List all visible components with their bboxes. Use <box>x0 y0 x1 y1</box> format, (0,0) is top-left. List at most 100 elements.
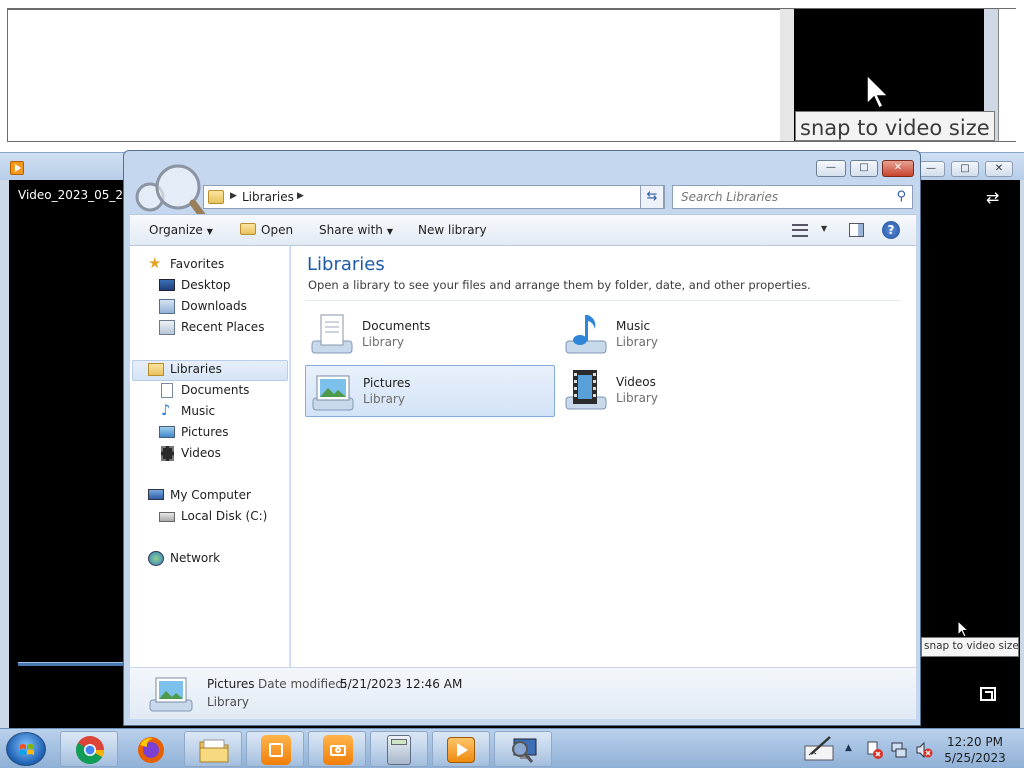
breadcrumb-chevron-icon[interactable]: ▶ <box>297 191 304 201</box>
breadcrumb-libraries[interactable]: Libraries <box>242 190 294 204</box>
organize-button[interactable]: Organize ▼ <box>149 223 213 237</box>
library-pictures[interactable]: Pictures Library <box>305 365 555 417</box>
hard-drive-icon <box>159 512 175 522</box>
show-hidden-icons-icon[interactable]: ▲ <box>845 743 852 753</box>
pictures-library-icon <box>312 375 354 411</box>
search-input[interactable] <box>673 186 888 208</box>
music-library-icon <box>565 315 607 354</box>
player-right-edge <box>1020 180 1024 728</box>
taskbar-media-player[interactable] <box>432 731 490 767</box>
library-name: Documents <box>362 319 431 333</box>
pen-tablet-icon[interactable] <box>803 734 835 762</box>
camera-app-icon <box>323 735 353 765</box>
maximize-button[interactable]: □ <box>850 160 878 177</box>
nav-label: Desktop <box>181 278 231 292</box>
mouse-cursor-icon <box>957 620 969 638</box>
network-tool-icon <box>512 738 537 763</box>
taskbar-calculator[interactable] <box>370 731 428 767</box>
chevron-down-icon: ▼ <box>206 227 213 236</box>
address-bar[interactable]: ▶ Libraries ▶ ▼ <box>203 185 665 209</box>
recent-places-icon <box>159 320 175 335</box>
change-view-icon[interactable] <box>792 224 808 237</box>
search-icon[interactable]: ⚲ <box>896 189 906 204</box>
network-icon <box>148 551 164 566</box>
nav-label: Local Disk (C:) <box>181 509 268 523</box>
libraries-folder-icon <box>208 190 224 204</box>
nav-label: Recent Places <box>181 320 265 334</box>
library-name: Music <box>616 319 651 333</box>
player-close-button[interactable]: ✕ <box>985 161 1013 177</box>
new-library-button[interactable]: New library <box>418 223 487 237</box>
libraries-icon <box>148 363 164 376</box>
player-app-icon <box>10 161 24 175</box>
calculator-icon <box>387 735 411 765</box>
taskbar-file-explorer[interactable] <box>184 731 242 767</box>
chrome-icon <box>76 736 104 764</box>
organize-label: Organize <box>149 223 203 237</box>
player-left-edge <box>0 180 9 728</box>
taskbar-chrome[interactable] <box>60 731 118 767</box>
taskbar-screenshot-app[interactable] <box>246 731 304 767</box>
system-clock[interactable]: 12:20 PM 5/25/2023 <box>940 734 1010 766</box>
pictures-library-icon <box>149 677 193 712</box>
nav-label: Pictures <box>181 425 229 439</box>
action-center-warning-icon[interactable] <box>866 741 884 759</box>
preview-pane-icon[interactable] <box>849 223 864 237</box>
refresh-button[interactable]: ⇆ <box>640 185 664 209</box>
windows-logo-icon <box>20 744 34 755</box>
library-name: Pictures <box>363 376 411 390</box>
library-kind: Library <box>363 392 405 406</box>
player-minimize-button[interactable]: — <box>917 161 945 177</box>
clock-date: 5/25/2023 <box>944 751 1006 765</box>
nav-label: Network <box>170 551 221 565</box>
chevron-down-icon[interactable]: ▼ <box>821 224 827 233</box>
help-icon[interactable]: ? <box>882 221 900 239</box>
page-title: Libraries <box>307 254 385 275</box>
preview-right-edge <box>998 9 1016 141</box>
details-item-name: Pictures <box>207 677 255 691</box>
clock-time: 12:20 PM <box>947 735 1003 749</box>
details-modified-label: Date modified: <box>258 677 348 691</box>
documents-icon <box>161 383 173 398</box>
snap-layout-icon[interactable]: ⇄ <box>986 188 999 207</box>
search-box[interactable]: ⚲ <box>672 185 913 209</box>
command-bar: Organize ▼ Open Share with ▼ New library ▼… <box>130 214 916 246</box>
details-pane: Pictures Date modified: 5/21/2023 12:46 … <box>130 667 916 719</box>
nav-label: Documents <box>181 383 250 397</box>
start-button[interactable] <box>6 732 46 766</box>
nav-label: Music <box>181 404 216 418</box>
details-modified-value: 5/21/2023 12:46 AM <box>340 677 463 691</box>
screenshot-app-icon <box>261 735 291 765</box>
media-player-icon <box>447 737 475 763</box>
library-documents[interactable]: Documents Library <box>305 309 555 361</box>
open-button[interactable]: Open <box>240 223 293 237</box>
nav-label: Downloads <box>181 299 247 313</box>
firefox-icon <box>138 737 164 763</box>
content-pane: Libraries Open a library to see your fil… <box>291 246 916 667</box>
nav-label: Videos <box>181 446 221 460</box>
library-music[interactable]: Music Library <box>559 309 809 361</box>
pictures-icon <box>159 426 175 438</box>
zoom-preview: snap to video size <box>0 0 1024 150</box>
nav-label: My Computer <box>170 488 251 502</box>
fullscreen-icon[interactable] <box>980 687 996 701</box>
share-with-button[interactable]: Share with ▼ <box>319 223 393 237</box>
taskbar-firefox[interactable] <box>122 731 180 767</box>
open-label: Open <box>261 223 294 237</box>
taskbar-network-tool[interactable] <box>494 731 552 767</box>
seek-bar[interactable] <box>18 662 128 666</box>
breadcrumb-chevron-icon[interactable]: ▶ <box>230 191 237 201</box>
volume-muted-icon[interactable] <box>915 741 933 759</box>
documents-library-icon <box>311 314 353 354</box>
minimize-button[interactable]: — <box>816 160 846 177</box>
preview-gray-edge <box>780 9 794 141</box>
close-button[interactable]: ✕ <box>882 160 914 177</box>
music-icon: ♪ <box>161 401 171 419</box>
network-status-icon[interactable] <box>891 741 909 759</box>
library-videos[interactable]: Videos Library <box>559 365 809 417</box>
open-folder-icon <box>240 223 256 235</box>
snap-tooltip: snap to video size <box>921 637 1019 657</box>
taskbar-camera-app[interactable] <box>308 731 366 767</box>
divider <box>305 300 901 301</box>
player-maximize-button[interactable]: □ <box>951 161 979 177</box>
